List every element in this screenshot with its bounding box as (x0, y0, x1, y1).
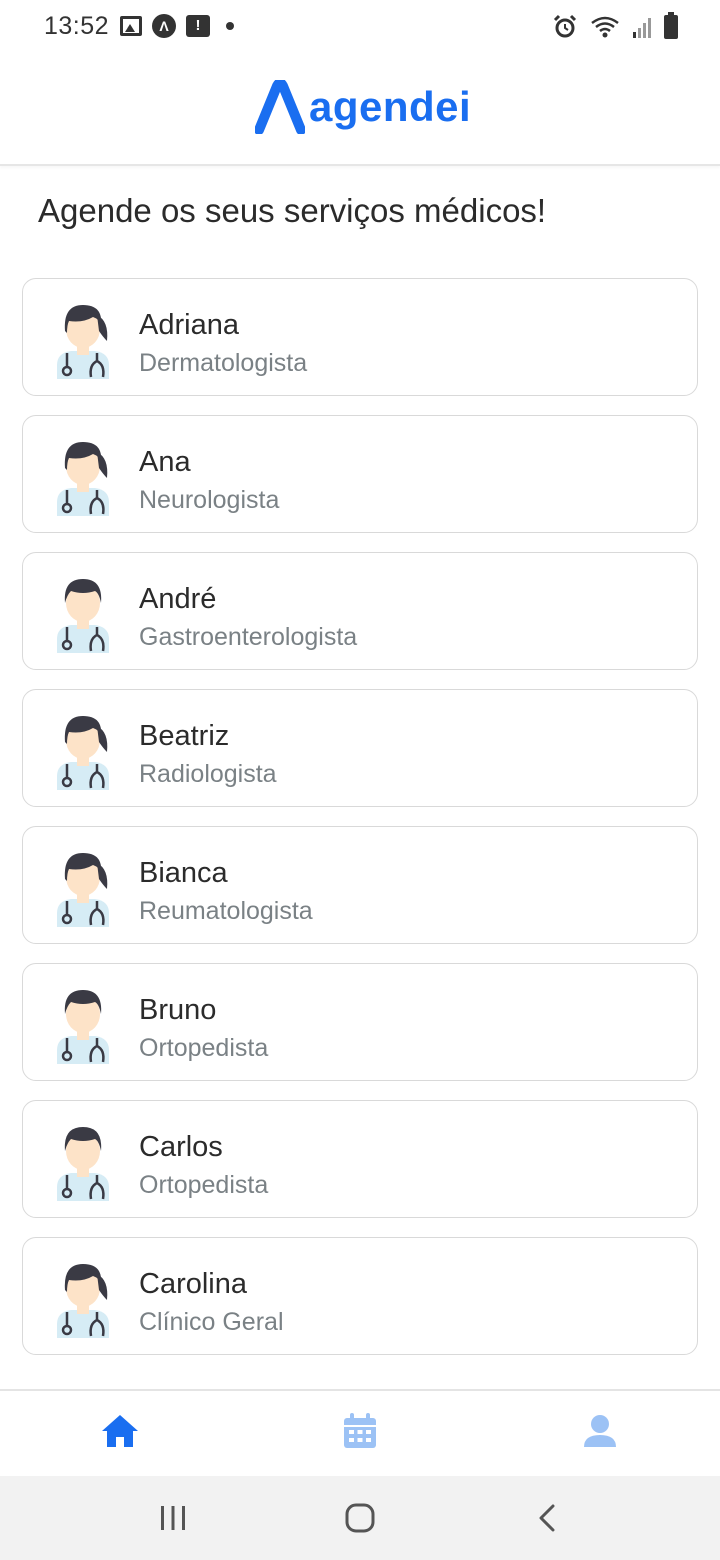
doctor-name: Carolina (139, 1268, 247, 1300)
doctor-specialty: Ortopedista (139, 1171, 269, 1199)
doctor-list: Adriana Dermatologista Ana Neurologista … (22, 278, 698, 1374)
doctor-card[interactable]: André Gastroenterologista (22, 552, 698, 670)
doctor-name: André (139, 583, 217, 615)
profile-icon[interactable] (578, 1409, 622, 1453)
image-notification-icon (120, 16, 142, 36)
doctor-card[interactable]: Bianca Reumatologista (22, 826, 698, 944)
page-title: Agende os seus serviços médicos! (38, 192, 547, 229)
female-doctor-icon (53, 706, 113, 790)
status-system-icons (552, 12, 678, 40)
female-doctor-icon (53, 295, 113, 379)
doctor-card[interactable]: Bruno Ortopedista (22, 963, 698, 1081)
system-nav-bar (0, 1476, 720, 1560)
doctor-name: Ana (139, 446, 191, 478)
doctor-specialty: Reumatologista (139, 897, 313, 925)
female-doctor-icon (53, 1254, 113, 1338)
calendar-icon[interactable] (338, 1409, 382, 1453)
home-icon[interactable] (98, 1409, 142, 1453)
doctor-specialty: Ortopedista (139, 1034, 269, 1062)
doctor-specialty: Gastroenterologista (139, 623, 358, 651)
doctor-card[interactable]: Adriana Dermatologista (22, 278, 698, 396)
app-logo: agendei (255, 80, 471, 134)
male-doctor-icon (53, 1117, 113, 1201)
recent-apps-icon[interactable] (153, 1498, 193, 1538)
doctor-name: Adriana (139, 309, 239, 341)
male-doctor-icon (53, 569, 113, 653)
status-bar: 13:52 Λ ! (0, 0, 720, 54)
doctor-specialty: Radiologista (139, 760, 277, 788)
doctor-card[interactable]: Ana Neurologista (22, 415, 698, 533)
alert-notification-icon: ! (186, 15, 210, 37)
doctor-name: Bianca (139, 857, 228, 889)
doctor-specialty: Clínico Geral (139, 1308, 284, 1336)
app-notification-icon: Λ (152, 14, 176, 38)
alarm-icon (553, 14, 577, 38)
doctor-specialty: Neurologista (139, 486, 280, 514)
signal-icon (633, 18, 651, 38)
back-icon[interactable] (528, 1498, 568, 1538)
doctor-name: Beatriz (139, 720, 230, 752)
system-home-icon[interactable] (340, 1498, 380, 1538)
doctor-card[interactable]: Carolina Clínico Geral (22, 1237, 698, 1355)
battery-icon (664, 12, 678, 39)
doctor-name: Bruno (139, 994, 217, 1026)
more-notifications-icon (226, 22, 234, 30)
doctor-card[interactable]: Carlos Ortopedista (22, 1100, 698, 1218)
bottom-nav (0, 1389, 720, 1476)
male-doctor-icon (53, 980, 113, 1064)
female-doctor-icon (53, 432, 113, 516)
status-time: 13:52 (44, 12, 110, 40)
logo-mark-icon (255, 80, 305, 134)
doctor-card[interactable]: Beatriz Radiologista (22, 689, 698, 807)
doctor-specialty: Dermatologista (139, 349, 308, 377)
female-doctor-icon (53, 843, 113, 927)
wifi-icon (591, 16, 619, 38)
logo-text: agendei (309, 83, 472, 130)
app-header: agendei (0, 54, 720, 166)
status-notification-icons: Λ ! (120, 14, 234, 38)
doctor-name: Carlos (139, 1131, 223, 1163)
